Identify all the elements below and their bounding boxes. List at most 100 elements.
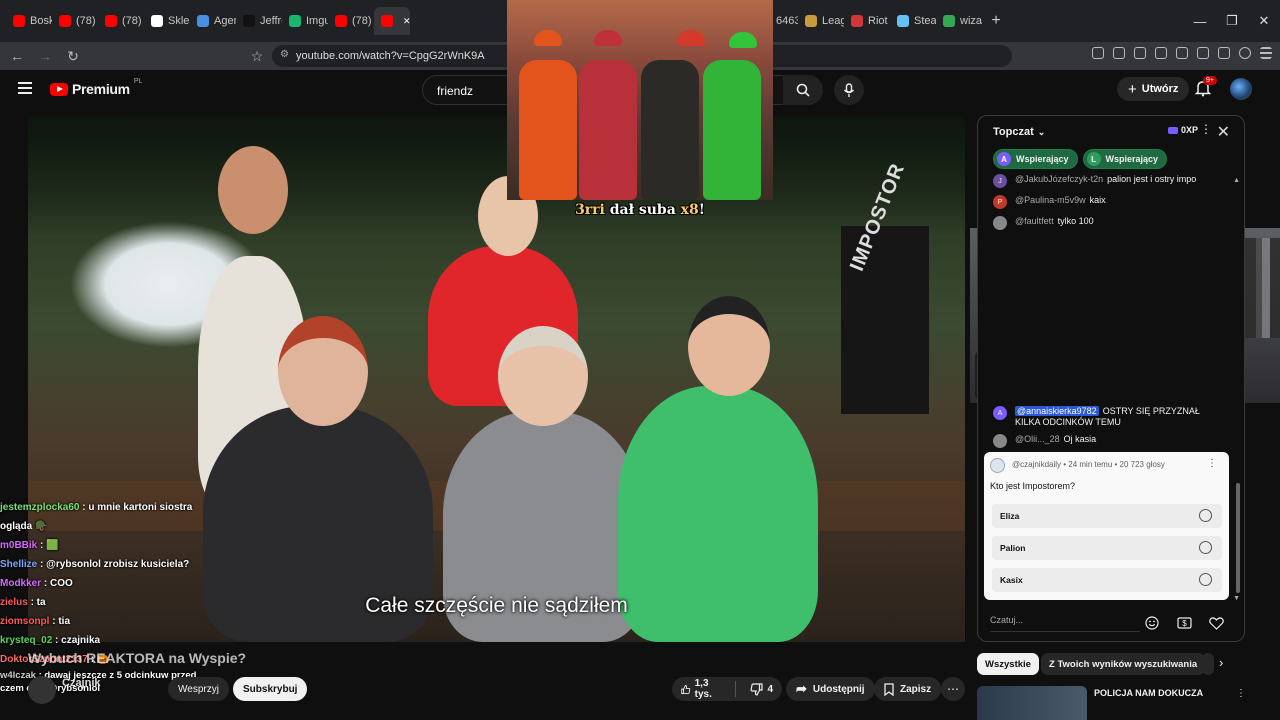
browser-tab[interactable]: League: [798, 7, 844, 35]
create-button[interactable]: + Utwórz: [1117, 77, 1190, 101]
super-chat-icon[interactable]: $: [1176, 615, 1192, 631]
scroll-up-icon[interactable]: ▲: [1233, 177, 1240, 184]
site-info-icon[interactable]: ⚙: [280, 49, 289, 60]
back-icon[interactable]: ←: [6, 45, 28, 67]
close-chat-icon[interactable]: ✕: [1217, 122, 1230, 142]
sidepanel-icon[interactable]: [1155, 47, 1167, 59]
filter-chip[interactable]: Wszystkie: [977, 653, 1039, 675]
browser-tab[interactable]: wizard: [936, 7, 982, 35]
profile-icon[interactable]: [1239, 47, 1251, 59]
browser-tab[interactable]: (78) Yo: [52, 7, 98, 35]
chevron-right-icon[interactable]: ›: [1219, 655, 1223, 670]
chat-author-avatar[interactable]: A: [993, 406, 1007, 420]
chat-kebab-icon[interactable]: ⋮: [1200, 122, 1212, 136]
chat-message-text: palion jest i ostry impo: [1107, 174, 1197, 184]
browser-tab[interactable]: Steam: [890, 7, 936, 35]
minimize-icon[interactable]: —: [1184, 0, 1216, 42]
plus-icon: +: [1128, 80, 1137, 98]
browser-tab[interactable]: ✕: [374, 7, 410, 35]
support-button[interactable]: Wesprzyj: [168, 677, 229, 701]
more-actions-icon[interactable]: ⋯: [941, 677, 965, 701]
chat-input[interactable]: Czatuj...: [990, 612, 1150, 630]
account-avatar[interactable]: [1230, 78, 1252, 100]
channel-name[interactable]: Czajnik: [62, 677, 101, 689]
recommended-thumbnail[interactable]: [977, 686, 1087, 720]
radio-icon[interactable]: [1199, 541, 1212, 554]
chat-author-name[interactable]: @Olii..._28: [1015, 434, 1060, 444]
search-button[interactable]: [783, 75, 823, 105]
subscribe-button[interactable]: Subskrybuj: [233, 677, 308, 701]
close-tab-icon[interactable]: ✕: [403, 16, 410, 27]
heart-icon[interactable]: [1208, 615, 1224, 631]
recommended-kebab-icon[interactable]: ⋮: [1236, 688, 1246, 699]
extension-icon[interactable]: [1197, 47, 1209, 59]
supporter-label: Wspierający: [1016, 154, 1069, 164]
chat-author-avatar[interactable]: J: [993, 174, 1007, 188]
tab-label: wizard: [960, 15, 982, 27]
chat-author-avatar[interactable]: P: [993, 195, 1007, 209]
share-button[interactable]: ➦ Udostępnij: [786, 677, 875, 701]
dislike-button[interactable]: 4: [741, 677, 782, 701]
restore-icon[interactable]: ❐: [1216, 0, 1248, 42]
youtube-logo[interactable]: Premium PL: [50, 78, 142, 97]
radio-icon[interactable]: [1199, 573, 1212, 586]
recommended-title[interactable]: POLICJA NAM DOKUCZA: [1094, 688, 1203, 698]
poll-option[interactable]: Palion: [992, 536, 1222, 560]
stream-chat-text: : @rybsonlol zrobisz kusiciela?: [40, 559, 190, 570]
browser-tab[interactable]: Jeffrey: [236, 7, 282, 35]
reload-icon[interactable]: ↻: [62, 45, 84, 67]
stream-chat-line: zielus : ta: [0, 593, 240, 612]
chip-overflow[interactable]: [1202, 653, 1214, 675]
browser-tab[interactable]: (78) Ch: [328, 7, 374, 35]
chat-author-name[interactable]: @annaiskierka9782: [1015, 406, 1099, 416]
browser-tab[interactable]: Agend: [190, 7, 236, 35]
emoji-icon[interactable]: [1144, 615, 1160, 631]
chat-message-body: @Olii..._28 Oj kasia: [1015, 434, 1096, 448]
tab-label: (78) Yo: [76, 15, 98, 27]
stream-chat-user: Shellize: [0, 559, 38, 570]
browser-tab[interactable]: Imgur: [282, 7, 328, 35]
poll-option[interactable]: Kasix: [992, 568, 1222, 592]
menu-icon[interactable]: [18, 82, 32, 94]
poll-option[interactable]: Eliza: [992, 504, 1222, 528]
menu-icon[interactable]: [1260, 47, 1272, 59]
stream-chat-line: ziomsonpl : tia: [0, 612, 240, 631]
chat-author-name[interactable]: @Paulina-m5v9w: [1015, 195, 1086, 205]
supporter-badges: A Wspierający L Wspierający: [993, 149, 1168, 169]
browser-tab[interactable]: Boskie: [6, 7, 52, 35]
poll-kebab-icon[interactable]: ⋮: [1207, 458, 1217, 469]
browser-tab[interactable]: Riot G: [844, 7, 890, 35]
music-icon[interactable]: [1134, 47, 1146, 59]
forward-icon[interactable]: →: [34, 45, 56, 67]
extension-icon[interactable]: [1113, 47, 1125, 59]
bookmark-icon[interactable]: ☆: [246, 45, 268, 67]
chat-author-avatar[interactable]: [993, 216, 1007, 230]
supporter-badge[interactable]: L Wspierający: [1082, 149, 1168, 169]
like-button[interactable]: 1,3 tys.: [672, 677, 729, 701]
chat-scrollbar[interactable]: [1236, 483, 1240, 593]
channel-points[interactable]: 0XP: [1167, 125, 1198, 135]
extension-icon[interactable]: [1092, 47, 1104, 59]
voice-search-button[interactable]: [834, 75, 864, 105]
chat-author-name[interactable]: @JakubJózefczyk-t2n: [1015, 174, 1103, 184]
chat-author-name[interactable]: @faultfett: [1015, 216, 1054, 226]
chat-author-avatar[interactable]: [993, 434, 1007, 448]
channel-avatar[interactable]: [28, 676, 56, 704]
browser-tab[interactable]: (78) Yo: [98, 7, 144, 35]
supporter-badge[interactable]: A Wspierający: [993, 149, 1078, 169]
shield-icon[interactable]: [1218, 47, 1230, 59]
stream-chat-text: : tia: [52, 616, 71, 627]
person-1-head: [218, 146, 288, 234]
radio-icon[interactable]: [1199, 509, 1212, 522]
wallet-icon[interactable]: [1176, 47, 1188, 59]
dancer-3-turban: [677, 30, 705, 46]
new-tab-button[interactable]: +: [982, 12, 1010, 30]
scroll-down-icon[interactable]: ▼: [1233, 595, 1240, 602]
filter-chip[interactable]: Z Twoich wyników wyszukiwania: [1041, 653, 1206, 675]
close-window-icon[interactable]: ✕: [1248, 0, 1280, 42]
chat-message-body: @faultfett tylko 100: [1015, 216, 1094, 230]
stream-chat-user: zielus: [0, 597, 28, 608]
save-button[interactable]: Zapisz: [874, 677, 942, 701]
tab-favicon-icon: [289, 15, 301, 27]
browser-tab[interactable]: Sklep: [144, 7, 190, 35]
